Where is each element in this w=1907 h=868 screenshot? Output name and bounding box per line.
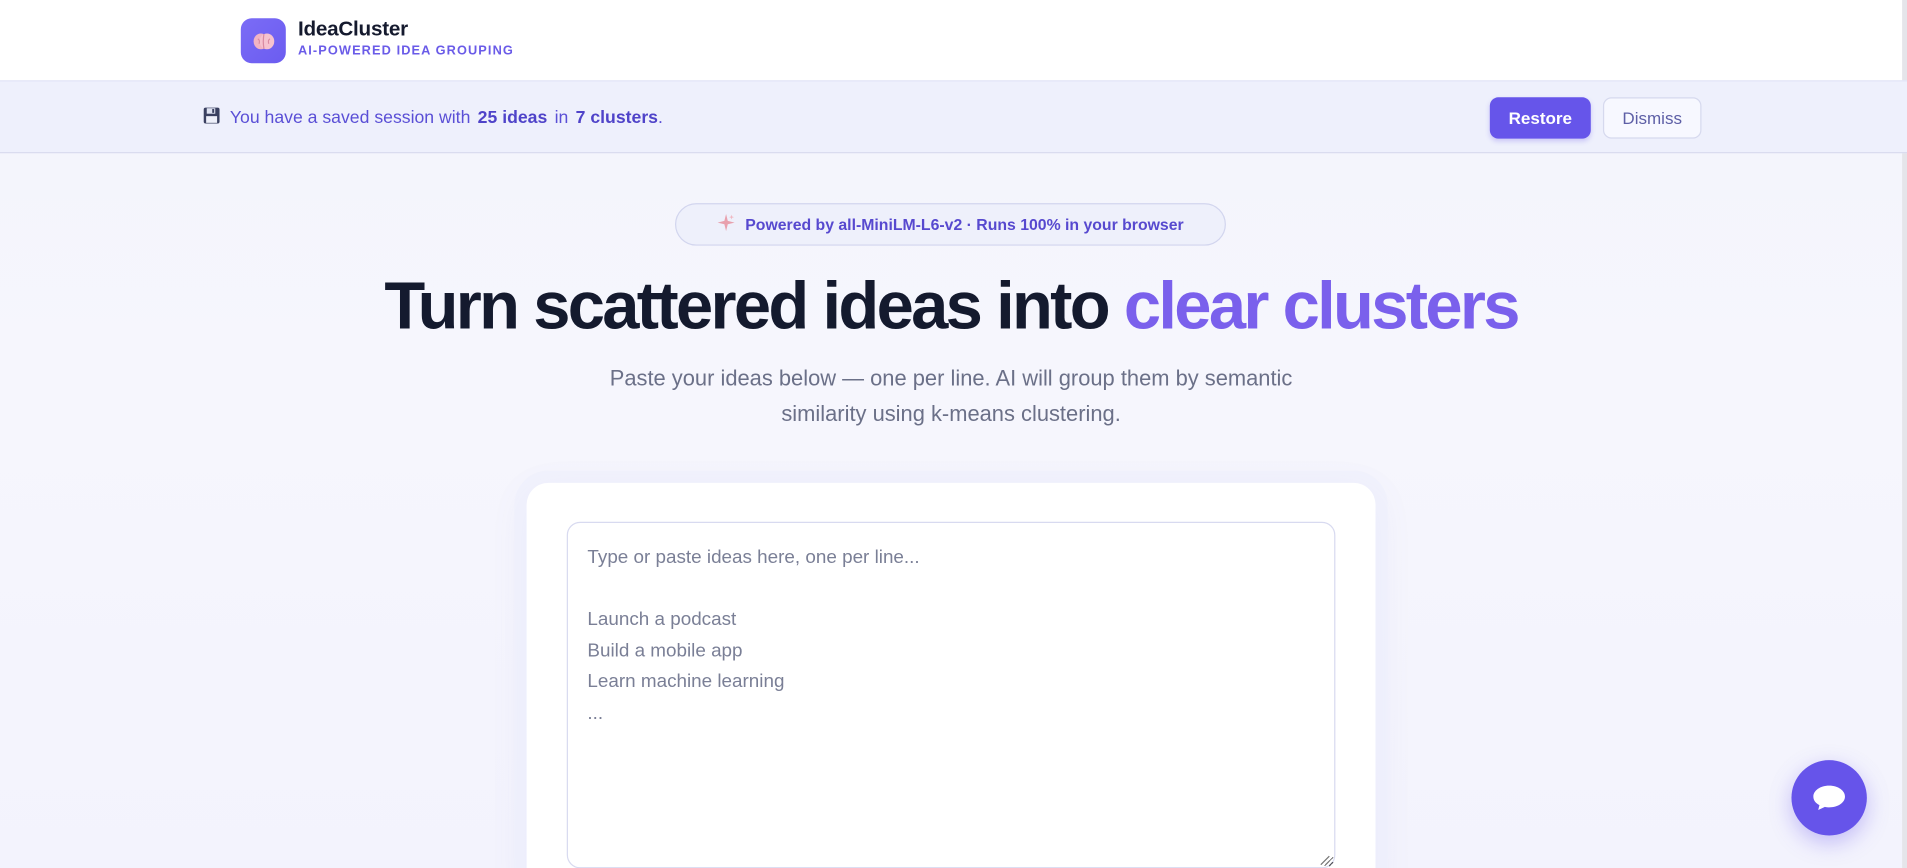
page-title-accent: clear clusters [1123,267,1521,343]
sparkle-icon [717,214,735,235]
model-badge: Powered by all-MiniLM-L6-v2 · Runs 100% … [674,203,1226,246]
page-subtitle: Paste your ideas below — one per line. A… [609,366,1293,426]
chat-bubble-icon [1813,785,1845,810]
resize-handle-icon[interactable] [1320,855,1331,868]
brand-name: IdeaCluster [297,17,408,41]
ideas-textarea[interactable] [566,521,1336,868]
saved-clusters-count: 7 clusters [575,107,659,128]
dismiss-banner-button[interactable]: Dismiss [1602,97,1702,139]
saved-session-banner: You have a saved session with 25 ideas i… [0,80,1907,154]
page: IdeaCluster AI-POWERED IDEA GROUPING You… [0,0,1907,868]
ideas-input-card [526,482,1376,868]
banner-text-suffix: . [658,107,663,128]
floppy-disk-icon [203,107,220,128]
chat-button[interactable] [1791,760,1867,836]
banner-text-middle: in [554,107,569,128]
brain-icon [252,32,274,49]
brand-tagline: AI-POWERED IDEA GROUPING [297,43,514,59]
top-header: IdeaCluster AI-POWERED IDEA GROUPING [0,0,1907,81]
saved-ideas-count: 25 ideas [477,107,548,128]
brand-logo[interactable] [240,18,286,64]
banner-text-prefix: You have a saved session with [229,107,471,128]
page-title: Turn scattered ideas into clear clusters [0,265,1902,345]
model-badge-text: Powered by all-MiniLM-L6-v2 · Runs 100% … [745,215,1184,234]
restore-session-button[interactable]: Restore [1489,97,1591,139]
saved-session-message: You have a saved session with 25 ideas i… [203,107,663,128]
page-title-main: Turn scattered ideas into [384,267,1124,343]
